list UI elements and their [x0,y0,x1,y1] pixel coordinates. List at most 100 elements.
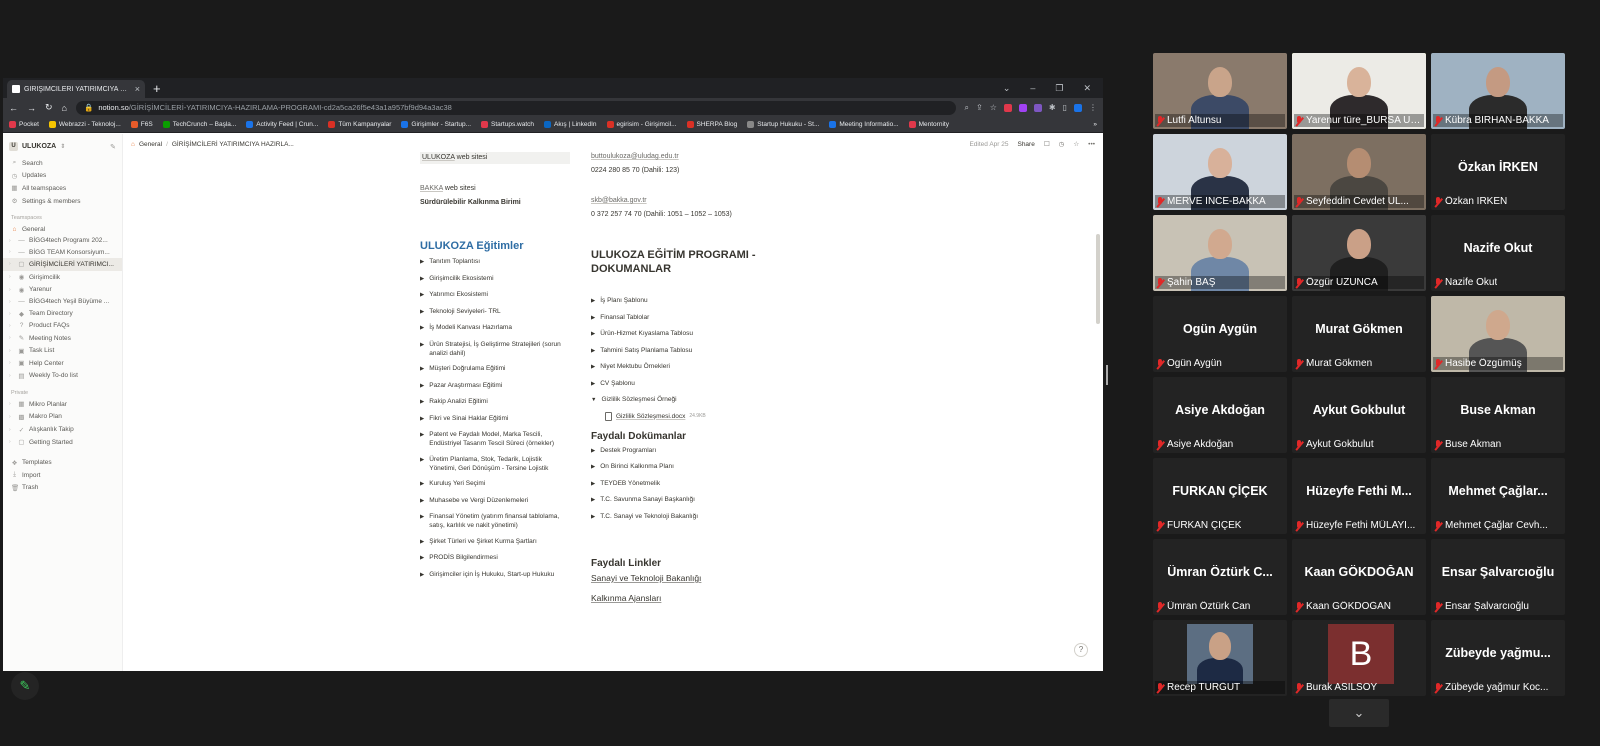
chevron-right-icon[interactable]: › [9,360,14,366]
toggle-item[interactable]: ▶ Fikri ve Sinai Haklar Eğitimi [420,414,570,424]
reload-icon[interactable]: ↻ [45,102,53,113]
toggle-item[interactable]: ▶ PRODİS Bilgilendirmesi [420,553,570,563]
toggle-item[interactable]: ▶ Üretim Planlama, Stok, Tedarik, Lojisti… [420,455,570,473]
page-scrollbar[interactable] [1096,234,1100,324]
sidebar-page-item[interactable]: › — BİGG4tech Yeşil Büyüme ... [3,296,122,308]
sidebar-settings[interactable]: ⚙ Settings & members [3,195,122,208]
chevron-right-icon[interactable]: › [9,323,14,329]
bookmark-item[interactable]: Activity Feed | Crun... [246,121,318,128]
triangle-down-icon[interactable]: ▼ [591,396,596,405]
bookmark-item[interactable]: Mentornity [908,121,949,128]
toggle-item[interactable]: ▶ Müşteri Doğrulama Eğitimi [420,364,570,374]
toggle-item[interactable]: ▶ Girişimcilik Ekosistemi [420,274,570,284]
gallery-next-page-button[interactable]: ⌄ [1329,699,1389,727]
sidebar-private-item[interactable]: › ▦ Mikro Planlar [3,398,122,411]
participant-tile[interactable]: Asiye Akdoğan Asiye Akdoğan [1153,377,1287,453]
bakka-website-link[interactable]: BAKKA [420,185,443,192]
triangle-right-icon[interactable]: ▶ [420,258,424,267]
toggle-item[interactable]: ▶ Tanıtım Toplantısı [420,257,570,267]
participant-tile[interactable]: Aykut Gokbulut Aykut Gokbulut [1292,377,1426,453]
browser-tab-active[interactable]: GİRİŞİMCİLERİ YATIRIMCIYA HAZ × [7,80,145,98]
bookmark-item[interactable]: SHERPA Blog [686,121,737,128]
triangle-right-icon[interactable]: ▶ [591,330,595,339]
bookmark-item[interactable]: TechCrunch – Başla... [162,121,236,128]
toggle-item[interactable]: ▶ Kuruluş Yeri Seçimi [420,479,570,489]
triangle-right-icon[interactable]: ▶ [420,308,424,317]
participant-tile[interactable]: Özkan İRKEN Özkan İRKEN [1431,134,1565,210]
sidebar-all-teamspaces[interactable]: ▦ All teamspaces [3,182,122,195]
help-button[interactable]: ? [1074,643,1088,657]
chevron-right-icon[interactable]: › [9,427,14,433]
participant-tile[interactable]: Lutfi Altunsu [1153,53,1287,129]
chevron-right-icon[interactable]: › [9,238,14,244]
sidebar-private-item[interactable]: › ▢ Getting Started [3,436,122,449]
sidebar-page-item[interactable]: › ▣ Task List [3,344,122,357]
attached-file[interactable]: Gizlilik Sözleşmesi.docx 24.9KB [605,411,791,421]
bookmark-item[interactable]: Tüm Kampanyalar [328,121,391,128]
participant-tile[interactable]: FURKAN ÇİÇEK FURKAN ÇİÇEK [1153,458,1287,534]
forward-icon[interactable]: → [27,103,36,113]
triangle-right-icon[interactable]: ▶ [420,538,424,547]
sidebar-page-item[interactable]: › ▢ GİRİŞİMCİLERİ YATIRIMCI... [3,258,122,271]
sidebar-private-item[interactable]: › ▩ Makro Plan [3,411,122,424]
tab-close-icon[interactable]: × [135,84,140,94]
sidebar-page-item[interactable]: › ✎ Meeting Notes [3,332,122,345]
chevron-right-icon[interactable]: › [9,373,14,379]
participant-tile[interactable]: B Burak ASILSOY [1292,620,1426,696]
triangle-right-icon[interactable]: ▶ [591,480,595,489]
triangle-right-icon[interactable]: ▶ [591,347,595,356]
annotate-pencil-button[interactable]: ✎ [11,672,39,700]
participant-tile[interactable]: Özgür UZUNCA [1292,215,1426,291]
participant-tile[interactable]: Yarenur türe_BURSA ULU... [1292,53,1426,129]
back-icon[interactable]: ← [9,103,18,113]
triangle-right-icon[interactable]: ▶ [420,431,424,448]
participant-tile[interactable]: MERVE İNCE-BAKKA [1153,134,1287,210]
sidebar-updates[interactable]: ◷ Updates [3,170,122,183]
triangle-right-icon[interactable]: ▶ [420,324,424,333]
ulukoza-website-link[interactable]: ULUKOZA [422,154,455,161]
participant-tile[interactable]: Murat Gökmen Murat Gökmen [1292,296,1426,372]
triangle-right-icon[interactable]: ▶ [420,291,424,300]
participant-tile[interactable]: Hüzeyfe Fethi M... Hüzeyfe Fethi MÜLAYİ..… [1292,458,1426,534]
share-button[interactable]: Share [1017,141,1034,148]
bakka-email[interactable]: skb@bakka.gov.tr [591,196,791,206]
chevron-right-icon[interactable]: › [9,274,14,280]
participant-tile[interactable]: Şahin BAŞ [1153,215,1287,291]
participant-tile[interactable]: Ensar Şalvarcıoğlu Ensar Şalvarcıoğlu [1431,539,1565,615]
chevron-right-icon[interactable]: › [9,401,14,407]
split-view-handle[interactable] [1106,365,1108,385]
sidebar-search[interactable]: ⌕ Search [3,157,122,170]
toggle-item[interactable]: ▶ İş Modeli Kanvası Hazırlama [420,323,570,333]
sidebar-page-item[interactable]: › ◆ Team Directory [3,308,122,321]
toggle-item[interactable]: ▶ Ürün Stratejisi, İş Geliştirme Strateji… [420,340,570,358]
breadcrumb-page[interactable]: GİRİŞİMCİLERİ YATIRIMCIYA HAZIRLA... [172,141,294,148]
link-kalkinma-ajanslari[interactable]: Kalkınma Ajansları [591,593,791,603]
sidebar-page-item[interactable]: › ◉ Yarenur [3,283,122,296]
comment-icon[interactable]: ☐ [1044,140,1050,148]
toggle-item[interactable]: ▶ T.C. Savunma Sanayi Başkanlığı [591,495,791,505]
maximize-icon[interactable]: ❐ [1055,83,1063,94]
triangle-right-icon[interactable]: ▶ [420,275,424,284]
toggle-item[interactable]: ▶ Rakip Analizi Eğitimi [420,397,570,407]
toggle-item[interactable]: ▶ Niyet Mektubu Örnekleri [591,362,791,372]
sidebar-teamspace-general[interactable]: ⌂ General [3,223,122,235]
participant-tile[interactable]: Hasibe Özgümüş [1431,296,1565,372]
tab-search-icon[interactable]: ⌄ [1003,83,1011,94]
new-page-icon[interactable]: ✎ [110,143,116,151]
triangle-right-icon[interactable]: ▶ [420,554,424,563]
toggle-item[interactable]: ▶ On Birinci Kalkınma Planı [591,462,791,472]
sidebar-page-item[interactable]: ›? Product FAQs [3,320,122,332]
workspace-switcher[interactable]: U ULUKOZA ⇕ ✎ [3,140,122,157]
participant-tile[interactable]: Mehmet Çağlar... Mehmet Çağlar Cevh... [1431,458,1565,534]
participant-tile[interactable]: Ogün Aygün Ogün Aygün [1153,296,1287,372]
sidebar-page-item[interactable]: › — BİGG TEAM Konsorsiyum... [3,247,122,259]
minimize-icon[interactable]: – [1030,83,1035,93]
triangle-right-icon[interactable]: ▶ [420,571,424,580]
triangle-right-icon[interactable]: ▶ [591,447,595,456]
more-options-icon[interactable]: ••• [1088,141,1095,148]
toggle-item[interactable]: ▶ CV Şablonu [591,379,791,389]
sidebar-private-item[interactable]: › ✓ Alışkanlık Takip [3,423,122,436]
triangle-right-icon[interactable]: ▶ [591,363,595,372]
toggle-item[interactable]: ▶ Patent ve Faydalı Model, Marka Tescili,… [420,430,570,448]
participant-tile[interactable]: Seyfeddin Cevdet UL... [1292,134,1426,210]
